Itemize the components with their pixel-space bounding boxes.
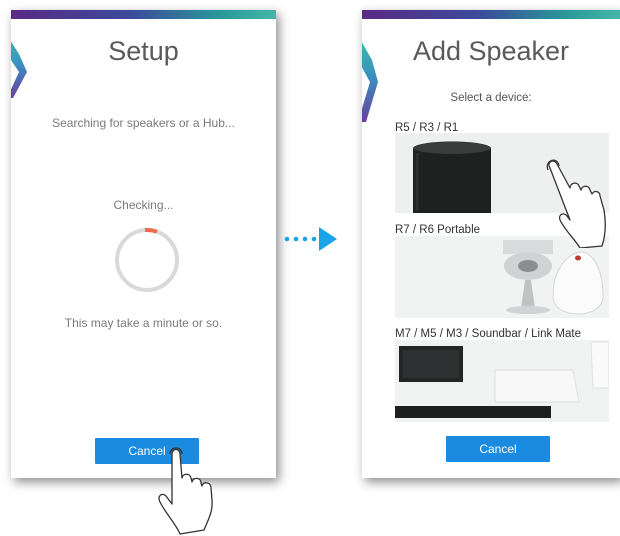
wait-text: This may take a minute or so. bbox=[64, 316, 223, 330]
page-title: Add Speaker bbox=[412, 36, 570, 66]
loading-spinner bbox=[115, 227, 179, 292]
select-prompt: Select a device: bbox=[450, 92, 532, 104]
speaker-m-series-image bbox=[395, 340, 609, 422]
device-label-m-series: M7 / M5 / M3 / Soundbar / Link Mate bbox=[395, 328, 581, 340]
checking-text: Checking... bbox=[113, 198, 174, 212]
pointer-hand-icon bbox=[158, 447, 213, 535]
searching-text: Searching for speakers or a Hub... bbox=[52, 116, 235, 130]
arrow-right-icon bbox=[284, 227, 337, 251]
page-title: Setup bbox=[108, 36, 179, 66]
device-option-r7-r6[interactable] bbox=[395, 236, 609, 318]
speaker-r7-r6-image bbox=[395, 236, 609, 318]
cancel-button[interactable]: Cancel bbox=[446, 436, 550, 462]
top-gradient-bar bbox=[362, 10, 620, 19]
device-option-m-series[interactable] bbox=[395, 340, 609, 422]
device-label-r7-r6: R7 / R6 Portable bbox=[395, 224, 481, 236]
top-gradient-bar bbox=[11, 10, 276, 19]
setup-screen: Setup Searching for speakers or a Hub...… bbox=[11, 10, 276, 478]
pointer-hand-icon bbox=[546, 159, 606, 248]
